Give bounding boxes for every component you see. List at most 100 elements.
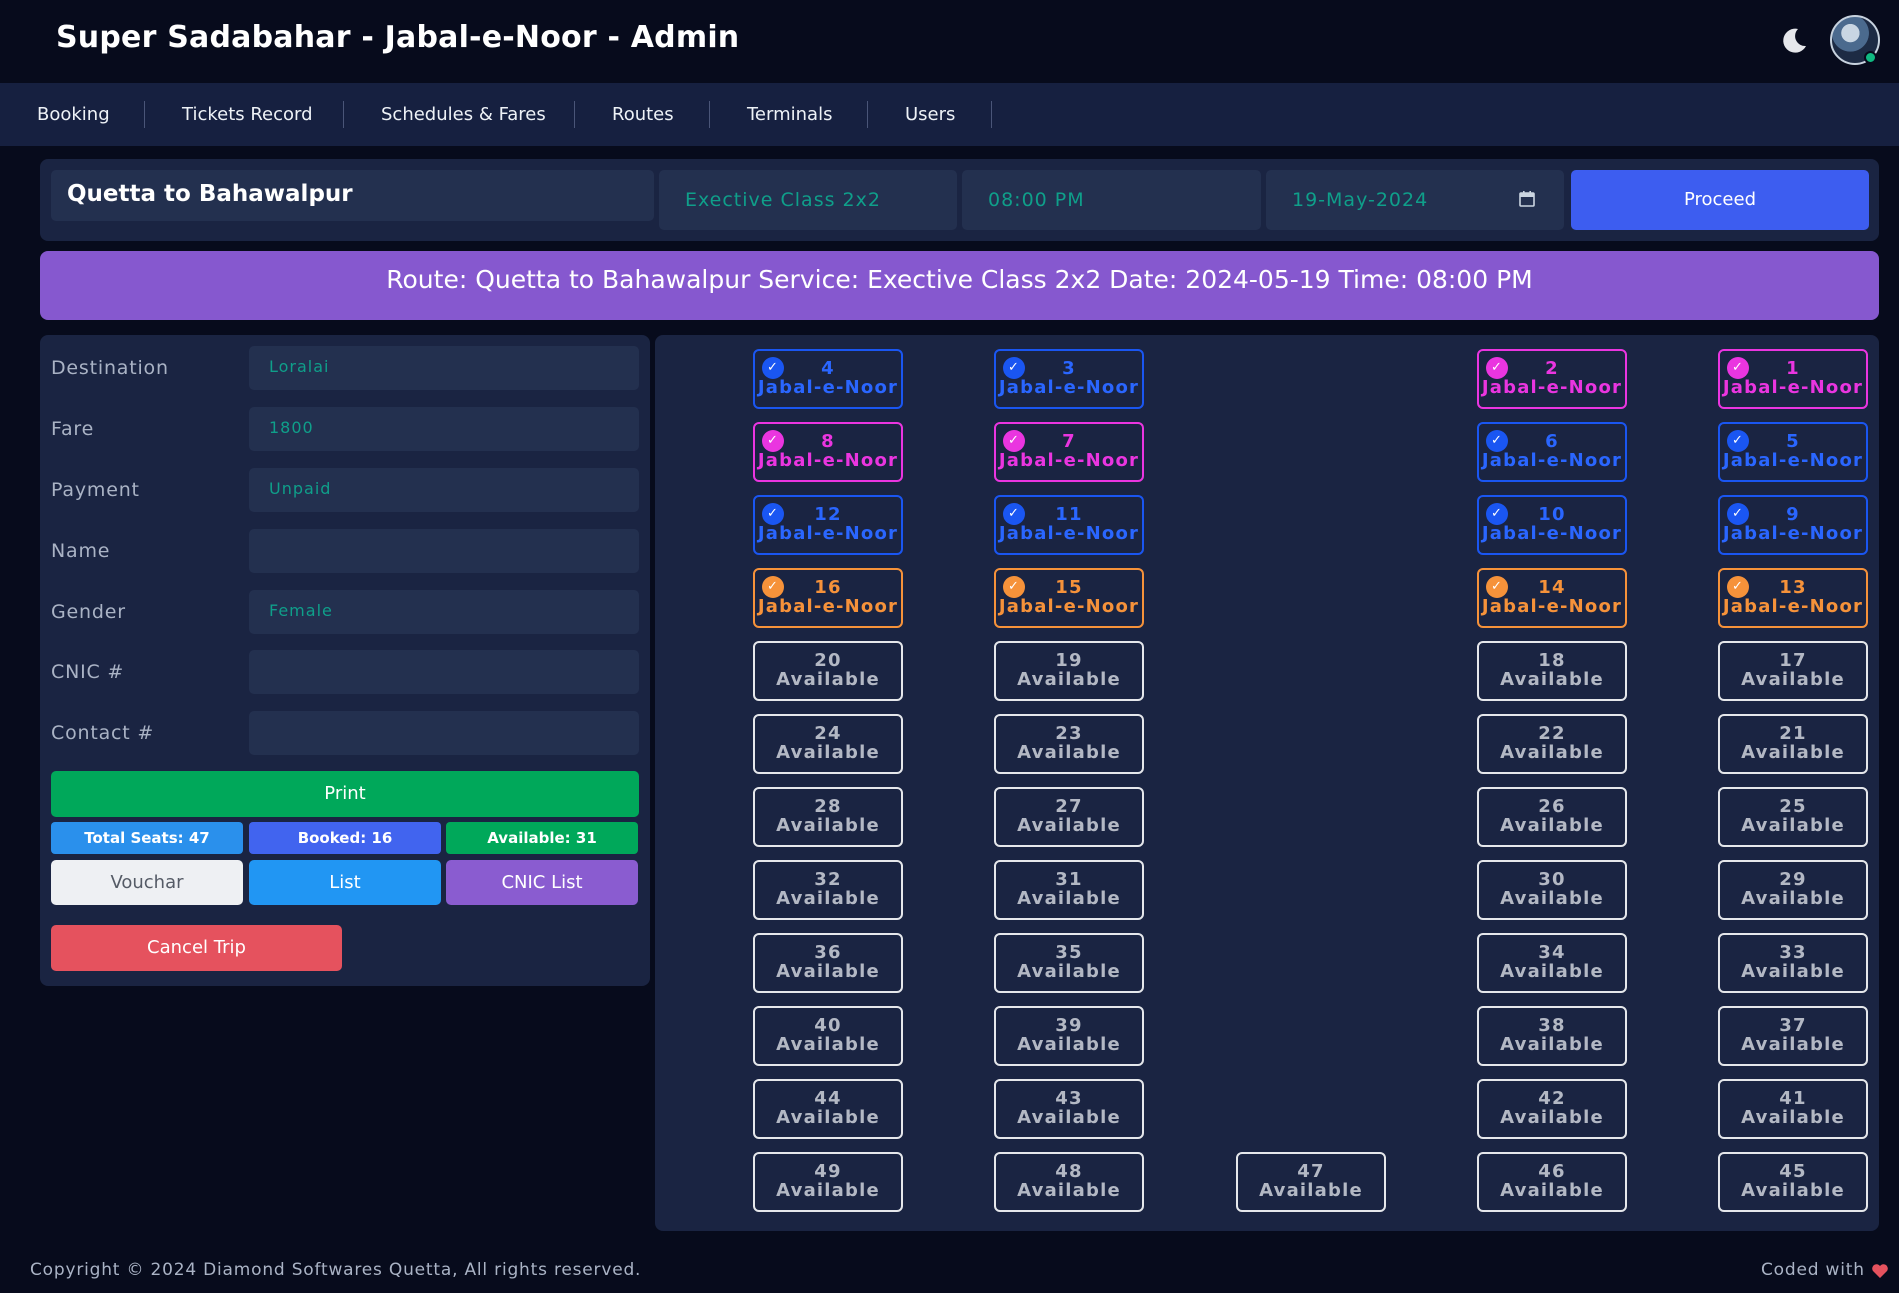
payment-select[interactable]: Unpaid (249, 468, 639, 512)
seat-37[interactable]: 37 Available (1718, 1006, 1868, 1066)
seat-status-label: Available (1017, 815, 1121, 836)
service-class-select[interactable]: Exective Class 2x2 (659, 170, 957, 230)
contact-label: Contact # (51, 722, 155, 744)
seat-9[interactable]: ✓ 9 Jabal-e-Noor (1718, 495, 1868, 555)
seat-35[interactable]: 35 Available (994, 933, 1144, 993)
seat-31[interactable]: 31 Available (994, 860, 1144, 920)
vouchar-button[interactable]: Vouchar (51, 860, 243, 905)
seat-34[interactable]: 34 Available (1477, 933, 1627, 993)
seat-status-label: Available (1017, 1107, 1121, 1128)
seat-number: 39 (1055, 1015, 1083, 1036)
seat-44[interactable]: 44 Available (753, 1079, 903, 1139)
seat-19[interactable]: 19 Available (994, 641, 1144, 701)
seat-32[interactable]: 32 Available (753, 860, 903, 920)
seat-26[interactable]: 26 Available (1477, 787, 1627, 847)
seat-number: 37 (1779, 1015, 1807, 1036)
seat-status-label: Available (776, 669, 880, 690)
seat-number: 27 (1055, 796, 1083, 817)
seat-22[interactable]: 22 Available (1477, 714, 1627, 774)
online-status-dot (1864, 51, 1877, 64)
seat-21[interactable]: 21 Available (1718, 714, 1868, 774)
proceed-button[interactable]: Proceed (1571, 170, 1869, 230)
nav-schedules-fares[interactable]: Schedules & Fares (381, 83, 546, 146)
list-button[interactable]: List (249, 860, 441, 905)
seat-status-label: Jabal-e-Noor (1481, 377, 1623, 398)
departure-time-select[interactable]: 08:00 PM (962, 170, 1261, 230)
seat-24[interactable]: 24 Available (753, 714, 903, 774)
seat-status-label: Available (1741, 669, 1845, 690)
nav-users[interactable]: Users (905, 83, 955, 146)
nav-terminals[interactable]: Terminals (747, 83, 832, 146)
seat-45[interactable]: 45 Available (1718, 1152, 1868, 1212)
nav-booking[interactable]: Booking (37, 83, 110, 146)
seat-status-label: Jabal-e-Noor (1722, 523, 1864, 544)
seat-status-label: Available (776, 1034, 880, 1055)
seat-36[interactable]: 36 Available (753, 933, 903, 993)
fare-field[interactable]: 1800 (249, 407, 639, 451)
checkmark-icon: ✓ (1727, 357, 1749, 379)
seat-status-label: Available (1741, 961, 1845, 982)
seat-status-label: Available (1017, 1180, 1121, 1201)
seat-33[interactable]: 33 Available (1718, 933, 1868, 993)
seat-25[interactable]: 25 Available (1718, 787, 1868, 847)
seat-number: 22 (1538, 723, 1566, 744)
route-select[interactable]: Quetta to Bahawalpur (51, 170, 654, 221)
nav-tickets-record[interactable]: Tickets Record (182, 83, 313, 146)
seat-10[interactable]: ✓ 10 Jabal-e-Noor (1477, 495, 1627, 555)
gender-label: Gender (51, 601, 126, 623)
seat-46[interactable]: 46 Available (1477, 1152, 1627, 1212)
seat-42[interactable]: 42 Available (1477, 1079, 1627, 1139)
seat-41[interactable]: 41 Available (1718, 1079, 1868, 1139)
seat-16[interactable]: ✓ 16 Jabal-e-Noor (753, 568, 903, 628)
seat-5[interactable]: ✓ 5 Jabal-e-Noor (1718, 422, 1868, 482)
seat-20[interactable]: 20 Available (753, 641, 903, 701)
seat-2[interactable]: ✓ 2 Jabal-e-Noor (1477, 349, 1627, 409)
seat-number: 31 (1055, 869, 1083, 890)
seat-40[interactable]: 40 Available (753, 1006, 903, 1066)
seat-4[interactable]: ✓ 4 Jabal-e-Noor (753, 349, 903, 409)
contact-input[interactable] (249, 711, 639, 755)
seat-status-label: Jabal-e-Noor (1481, 450, 1623, 471)
seat-1[interactable]: ✓ 1 Jabal-e-Noor (1718, 349, 1868, 409)
gender-select[interactable]: Female (249, 590, 639, 634)
seat-48[interactable]: 48 Available (994, 1152, 1144, 1212)
seat-15[interactable]: ✓ 15 Jabal-e-Noor (994, 568, 1144, 628)
seat-47[interactable]: 47 Available (1236, 1152, 1386, 1212)
destination-select[interactable]: Loralai (249, 346, 639, 390)
seat-8[interactable]: ✓ 8 Jabal-e-Noor (753, 422, 903, 482)
seat-27[interactable]: 27 Available (994, 787, 1144, 847)
seat-11[interactable]: ✓ 11 Jabal-e-Noor (994, 495, 1144, 555)
checkmark-icon: ✓ (1486, 430, 1508, 452)
cnic-list-button[interactable]: CNIC List (446, 860, 638, 905)
seat-14[interactable]: ✓ 14 Jabal-e-Noor (1477, 568, 1627, 628)
seat-status-label: Jabal-e-Noor (757, 377, 899, 398)
seat-13[interactable]: ✓ 13 Jabal-e-Noor (1718, 568, 1868, 628)
seat-30[interactable]: 30 Available (1477, 860, 1627, 920)
seat-number: 46 (1538, 1161, 1566, 1182)
seat-43[interactable]: 43 Available (994, 1079, 1144, 1139)
seat-17[interactable]: 17 Available (1718, 641, 1868, 701)
seat-28[interactable]: 28 Available (753, 787, 903, 847)
seat-status-label: Available (1741, 1180, 1845, 1201)
seat-7[interactable]: ✓ 7 Jabal-e-Noor (994, 422, 1144, 482)
seat-38[interactable]: 38 Available (1477, 1006, 1627, 1066)
seat-number: 47 (1297, 1161, 1325, 1182)
seat-49[interactable]: 49 Available (753, 1152, 903, 1212)
print-button[interactable]: Print (51, 771, 639, 817)
seat-3[interactable]: ✓ 3 Jabal-e-Noor (994, 349, 1144, 409)
moon-icon[interactable] (1779, 26, 1809, 56)
seat-23[interactable]: 23 Available (994, 714, 1144, 774)
name-input[interactable] (249, 529, 639, 573)
seat-6[interactable]: ✓ 6 Jabal-e-Noor (1477, 422, 1627, 482)
checkmark-icon: ✓ (762, 357, 784, 379)
seat-29[interactable]: 29 Available (1718, 860, 1868, 920)
seat-number: 17 (1779, 650, 1807, 671)
cancel-trip-button[interactable]: Cancel Trip (51, 925, 342, 971)
seat-12[interactable]: ✓ 12 Jabal-e-Noor (753, 495, 903, 555)
cnic-input[interactable] (249, 650, 639, 694)
nav-routes[interactable]: Routes (612, 83, 674, 146)
seat-status-label: Available (1017, 1034, 1121, 1055)
seat-18[interactable]: 18 Available (1477, 641, 1627, 701)
calendar-icon[interactable] (1518, 190, 1536, 208)
seat-39[interactable]: 39 Available (994, 1006, 1144, 1066)
